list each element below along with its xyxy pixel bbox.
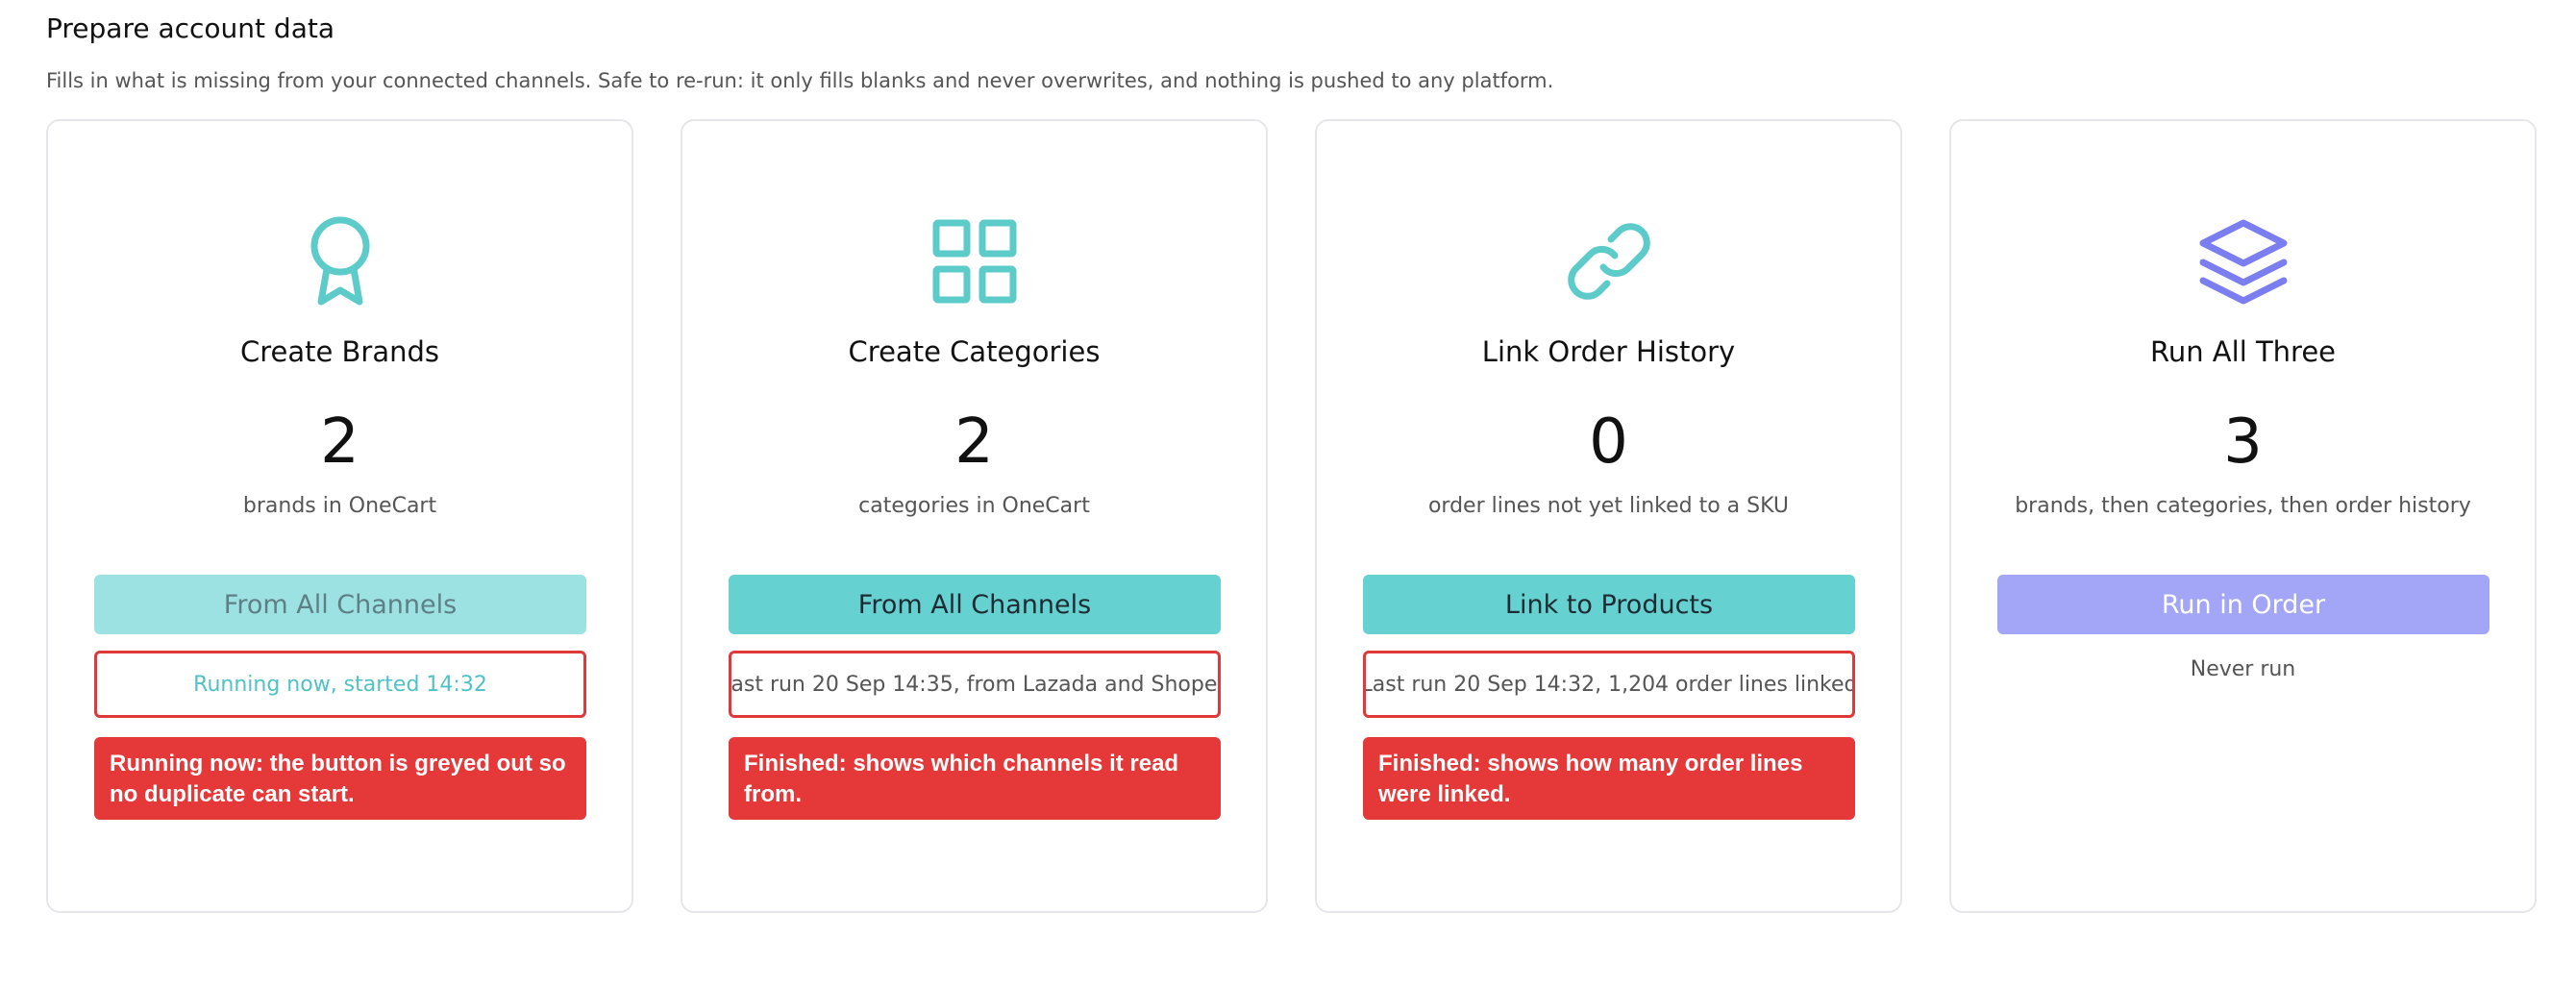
- annotation-note: Finished: shows how many order lines wer…: [1363, 737, 1855, 820]
- action-cards: Create Brands 2 brands in OneCart From A…: [46, 119, 2537, 913]
- status-last-run: Last run 20 Sep 14:35, from Lazada and S…: [729, 651, 1221, 718]
- prepare-account-data-page: Prepare account data Fills in what is mi…: [0, 0, 2576, 986]
- award-icon: [48, 213, 632, 309]
- annotation-note: Running now: the button is greyed out so…: [94, 737, 586, 820]
- layers-icon: [1951, 213, 2535, 309]
- card-create-categories: Create Categories 2 categories in OneCar…: [681, 119, 1268, 913]
- status-never-run: Never run: [2190, 657, 2296, 681]
- card-caption: categories in OneCart: [858, 494, 1090, 518]
- page-title: Prepare account data: [46, 12, 334, 44]
- link-to-products-button[interactable]: Link to Products: [1363, 575, 1855, 634]
- step-count: 3: [2223, 407, 2263, 478]
- card-caption: brands, then categories, then order hist…: [2015, 494, 2471, 518]
- card-title: Run All Three: [2149, 335, 2337, 368]
- grid-icon: [682, 213, 1266, 309]
- link-icon: [1317, 213, 1900, 309]
- annotation-note: Finished: shows which channels it read f…: [729, 737, 1221, 820]
- card-caption: brands in OneCart: [242, 494, 437, 518]
- page-subtitle: Fills in what is missing from your conne…: [46, 69, 1554, 92]
- category-count: 2: [954, 407, 994, 478]
- brand-count: 2: [320, 407, 359, 478]
- card-link-order-history: Link Order History 0 order lines not yet…: [1315, 119, 1902, 913]
- card-run-all-three: Run All Three 3 brands, then categories,…: [1949, 119, 2537, 913]
- card-create-brands: Create Brands 2 brands in OneCart From A…: [46, 119, 633, 913]
- unlinked-order-lines-count: 0: [1589, 407, 1628, 478]
- status-last-run: Last run 20 Sep 14:32, 1,204 order lines…: [1363, 651, 1855, 718]
- status-running: Running now, started 14:32: [94, 651, 586, 718]
- card-title: Link Order History: [1481, 335, 1736, 368]
- run-in-order-button[interactable]: Run in Order: [1997, 575, 2489, 634]
- create-categories-button[interactable]: From All Channels: [729, 575, 1221, 634]
- card-title: Create Categories: [848, 335, 1101, 368]
- card-caption: order lines not yet linked to a SKU: [1427, 494, 1790, 518]
- create-brands-button[interactable]: From All Channels: [94, 575, 586, 634]
- card-title: Create Brands: [239, 335, 440, 368]
